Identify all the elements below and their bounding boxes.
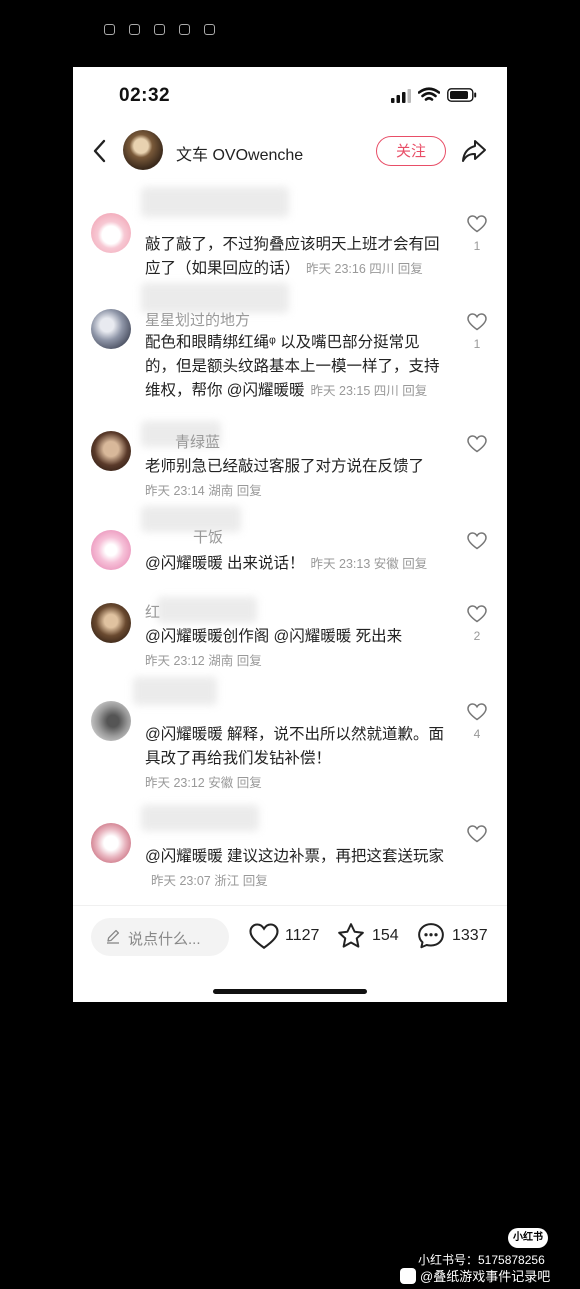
xiaohongshu-icon	[400, 1267, 416, 1284]
comment-like-icon[interactable]	[467, 435, 487, 453]
favorite-stat[interactable]: 154	[336, 921, 399, 951]
comment-like-count: 1	[473, 337, 481, 351]
comment-input[interactable]: 说点什么...	[91, 918, 229, 956]
comment-meta[interactable]: 昨天 23:12 安徽 回复	[145, 776, 262, 790]
favorite-count: 154	[372, 927, 399, 944]
watermark-account-row: @叠纸游戏事件记录吧	[400, 1266, 550, 1285]
comment-like-icon[interactable]	[467, 313, 487, 331]
comment-text: @闪耀暖暖 建议这边补票，再把这套送玩家昨天 23:07 浙江 回复	[145, 848, 445, 888]
comment-input-placeholder: 说点什么...	[128, 931, 201, 948]
comment-like-count: 1	[473, 239, 481, 253]
author-name[interactable]: 文车 OVOwenche	[176, 141, 303, 165]
comment-meta[interactable]: 昨天 23:13 安徽 回复	[311, 557, 428, 571]
bottom-action-bar: 说点什么... 1127 154 1337	[73, 905, 507, 966]
status-icon	[154, 24, 165, 35]
comment-like-count: 4	[473, 727, 481, 741]
comment-meta[interactable]: 昨天 23:14 湖南 回复	[145, 484, 262, 498]
phone-screen: 02:32 文车 OVOwenche 关注 敲了敲了，不过狗叠应该明天上班才会有…	[73, 67, 507, 1002]
comment-meta[interactable]: 昨天 23:15 四川 回复	[311, 384, 428, 398]
like-count: 1127	[285, 927, 320, 944]
comment-text: @闪耀暖暖创作阁 @闪耀暖暖 死出来 昨天 23:12 湖南 回复	[145, 628, 403, 668]
commenter-name[interactable]: 干饭	[193, 526, 223, 547]
share-icon[interactable]	[460, 138, 488, 164]
comment-bubble-icon	[418, 923, 444, 949]
status-icon	[104, 24, 115, 35]
follow-button[interactable]: 关注	[376, 136, 446, 166]
xiaohongshu-logo: 小红书	[508, 1228, 548, 1248]
commenter-avatar[interactable]	[91, 213, 131, 253]
post-header: 文车 OVOwenche 关注	[73, 125, 507, 177]
commenter-avatar[interactable]	[91, 701, 131, 741]
watermark-account: @叠纸游戏事件记录吧	[420, 1269, 551, 1284]
star-icon	[338, 923, 364, 948]
comment-like-icon[interactable]	[467, 532, 487, 550]
status-icon	[204, 24, 215, 35]
commenter-avatar[interactable]	[91, 530, 131, 570]
commenter-avatar[interactable]	[91, 431, 131, 471]
status-time: 02:32	[119, 85, 171, 106]
comment-like-icon[interactable]	[467, 215, 487, 233]
heart-icon	[249, 922, 279, 949]
signal-icon	[391, 89, 411, 103]
home-indicator[interactable]	[213, 989, 367, 994]
commenter-name[interactable]: 星星划过的地方	[145, 309, 250, 330]
commenter-avatar[interactable]	[91, 823, 131, 863]
author-avatar[interactable]	[123, 130, 163, 170]
commenter-name[interactable]: 红	[145, 601, 160, 622]
status-bar: 02:32	[73, 67, 507, 125]
comment-like-icon[interactable]	[467, 703, 487, 721]
comment-like-count: 2	[473, 629, 481, 643]
comment-text: @闪耀暖暖 解释，说不出所以然就道歉。面具改了再给我们发钻补偿！ 昨天 23:12…	[145, 726, 445, 790]
comment-like-icon[interactable]	[467, 605, 487, 623]
top-status-icons	[104, 24, 215, 35]
commenter-avatar[interactable]	[91, 309, 131, 349]
wifi-icon	[418, 87, 440, 101]
status-icon	[179, 24, 190, 35]
status-icon	[129, 24, 140, 35]
pencil-icon	[107, 929, 120, 944]
comment-like-icon[interactable]	[467, 825, 487, 843]
comment-text: @闪耀暖暖 出来说话！ 昨天 23:13 安徽 回复	[145, 555, 428, 572]
like-stat[interactable]: 1127	[249, 921, 319, 951]
comment-meta[interactable]: 昨天 23:16 四川 回复	[306, 262, 423, 276]
back-arrow-icon[interactable]	[89, 137, 111, 165]
comment-text: 老师别急已经敲过客服了对方说在反馈了 昨天 23:14 湖南 回复	[145, 458, 425, 498]
comment-text: 配色和眼睛绑红绳ᵠ 以及嘴巴部分挺常见的，但是额头纹路基本上一模一样了，支持维权…	[145, 334, 440, 399]
comment-meta[interactable]: 昨天 23:07 浙江 回复	[151, 874, 268, 888]
comment-stat[interactable]: 1337	[416, 921, 488, 951]
battery-icon	[447, 88, 477, 102]
commenter-avatar[interactable]	[91, 603, 131, 643]
comment-count: 1337	[452, 927, 488, 944]
comment-meta[interactable]: 昨天 23:12 湖南 回复	[145, 654, 262, 668]
comment-text: 敲了敲了，不过狗叠应该明天上班才会有回应了（如果回应的话） 昨天 23:16 四川…	[145, 236, 440, 277]
commenter-name[interactable]: 青绿蓝	[175, 431, 220, 452]
